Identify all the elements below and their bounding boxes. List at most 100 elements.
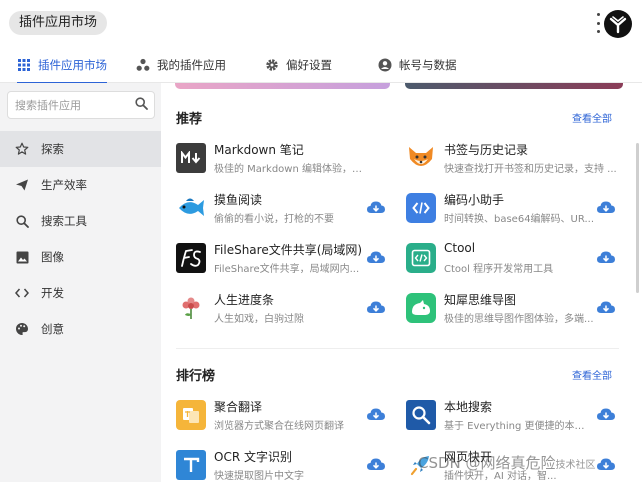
app-desc: 极佳的思维导图作图体验，多端... [444, 314, 594, 325]
scrollbar-thumb[interactable] [636, 143, 639, 293]
download-cloud-icon[interactable] [596, 299, 616, 315]
section-title-recommended: 推荐 [176, 112, 203, 127]
logo-icon[interactable] [604, 10, 632, 38]
sidebar-item-label: 创意 [41, 322, 64, 336]
palette-icon [15, 322, 29, 336]
sidebar-item-develop[interactable]: 开发 [0, 275, 161, 311]
app-card-aggregate-translate[interactable]: 聚合翻译 浏览器方式聚合在线网页翻译 [176, 398, 398, 438]
tab-account-data[interactable]: 帐号与数据 [378, 46, 457, 83]
main-tabs: 插件应用市场 我的插件应用 偏好设置 帐号与数据 [0, 46, 642, 84]
sidebar-item-image[interactable]: 图像 [0, 239, 161, 275]
app-desc: 快速提取图片中文字 [214, 471, 304, 482]
app-desc: 基于 Everything 更便捷的本地... [444, 421, 594, 432]
sidebar-item-label: 生产效率 [41, 178, 87, 192]
flower-icon [176, 293, 206, 323]
app-name: 知犀思维导图 [444, 293, 517, 307]
translate-icon [176, 400, 206, 430]
rhino-icon [406, 293, 436, 323]
ctool-icon [406, 243, 436, 273]
app-desc: FileShare文件共享，局域网内... [214, 264, 360, 275]
download-cloud-icon[interactable] [366, 406, 386, 422]
app-name: 聚合翻译 [214, 400, 263, 414]
download-cloud-icon[interactable] [596, 456, 616, 472]
ocr-icon [176, 450, 206, 480]
app-desc: 人生如戏，白驹过隙 [214, 314, 304, 325]
main-content: 推荐 查看全部 Markdown 笔记 极佳的 Markdown 编辑体验，实时… [161, 83, 642, 482]
app-card-encoding-helper[interactable]: 编码小助手 时间转换、base64编解码、UR... [406, 191, 628, 231]
app-desc: Ctool 程序开发常用工具 [444, 264, 554, 275]
title-bar: 插件应用市场 [0, 0, 642, 46]
app-card-markdown[interactable]: Markdown 笔记 极佳的 Markdown 编辑体验，实时... [176, 141, 398, 181]
app-card-life-progress[interactable]: 人生进度条 人生如戏，白驹过隙 [176, 291, 398, 331]
markdown-icon [176, 143, 206, 173]
app-name: 人生进度条 [214, 293, 275, 307]
app-card-ocr[interactable]: OCR 文字识别 快速提取图片中文字 [176, 448, 398, 482]
category-nav: 探索 生产效率 搜索工具 图像 开发 创意 [0, 131, 161, 347]
tab-label: 偏好设置 [286, 57, 332, 72]
app-card-local-search[interactable]: 本地搜索 基于 Everything 更便捷的本地... [406, 398, 628, 438]
see-all-recommended-link[interactable]: 查看全部 [572, 110, 612, 125]
app-title: 插件应用市场 [9, 11, 108, 35]
app-desc: 插件快开，AI 对话，智... [444, 471, 557, 482]
tab-plugin-market[interactable]: 插件应用市场 [17, 46, 107, 84]
tab-label: 帐号与数据 [399, 57, 457, 72]
banner-left[interactable] [175, 83, 390, 89]
app-name: OCR 文字识别 [214, 450, 292, 464]
gear-icon [265, 58, 279, 72]
see-all-ranking-link[interactable]: 查看全部 [572, 367, 612, 382]
search-input[interactable] [15, 98, 135, 112]
tab-preferences[interactable]: 偏好设置 [265, 46, 332, 83]
sidebar-item-label: 图像 [41, 250, 64, 264]
app-name: 网页快开 [444, 450, 493, 464]
tab-my-plugins[interactable]: 我的插件应用 [136, 46, 226, 83]
app-desc: 偷偷的看小说，打枪的不要 [214, 214, 334, 225]
user-icon [378, 58, 392, 72]
app-desc: 时间转换、base64编解码、UR... [444, 214, 594, 225]
app-card-fish-reading[interactable]: 摸鱼阅读 偷偷的看小说，打枪的不要 [176, 191, 398, 231]
sidebar-item-label: 搜索工具 [41, 214, 87, 228]
tab-label: 我的插件应用 [157, 57, 226, 72]
download-cloud-icon[interactable] [596, 406, 616, 422]
code-icon [15, 286, 29, 300]
local-search-icon [406, 400, 436, 430]
fox-icon [406, 143, 436, 173]
banner-right[interactable] [405, 83, 623, 89]
search-icon[interactable] [135, 97, 148, 113]
plugin-search [7, 91, 155, 119]
star-icon [15, 142, 29, 156]
app-name: FileShare文件共享(局域网) [214, 243, 363, 257]
section-divider [176, 348, 619, 349]
app-card-bookmarks-history[interactable]: 书签与历史记录 快速查找打开书签和历史记录，支持 ... [406, 141, 628, 181]
download-cloud-icon[interactable] [596, 249, 616, 265]
fish-icon [176, 193, 206, 223]
image-icon [15, 250, 29, 264]
sidebar-item-search-tools[interactable]: 搜索工具 [0, 203, 161, 239]
sidebar-item-productivity[interactable]: 生产效率 [0, 167, 161, 203]
app-desc: 快速查找打开书签和历史记录，支持 ... [444, 164, 617, 175]
sidebar-item-explore[interactable]: 探索 [0, 131, 161, 167]
app-card-web-quick-open[interactable]: 网页快开 插件快开，AI 对话，智... [406, 448, 628, 482]
molecule-icon [136, 58, 150, 72]
download-cloud-icon[interactable] [366, 456, 386, 472]
sidebar-item-label: 开发 [41, 286, 64, 300]
rocket-icon [406, 450, 436, 480]
more-menu-icon[interactable] [594, 13, 602, 33]
download-cloud-icon[interactable] [366, 199, 386, 215]
app-name: 编码小助手 [444, 193, 505, 207]
search-icon [15, 214, 29, 228]
app-desc: 浏览器方式聚合在线网页翻译 [214, 421, 344, 432]
app-card-mindmap[interactable]: 知犀思维导图 极佳的思维导图作图体验，多端... [406, 291, 628, 331]
paper-plane-icon [15, 178, 29, 192]
app-name: Ctool [444, 241, 476, 255]
app-card-fileshare[interactable]: FileShare文件共享(局域网) FileShare文件共享，局域网内... [176, 241, 398, 281]
sidebar-item-label: 探索 [41, 142, 64, 156]
download-cloud-icon[interactable] [596, 199, 616, 215]
code-bracket-icon [406, 193, 436, 223]
app-name: Markdown 笔记 [214, 143, 304, 157]
section-title-ranking: 排行榜 [176, 369, 216, 384]
app-card-ctool[interactable]: Ctool Ctool 程序开发常用工具 [406, 241, 628, 281]
sidebar-item-creative[interactable]: 创意 [0, 311, 161, 347]
download-cloud-icon[interactable] [366, 249, 386, 265]
download-cloud-icon[interactable] [366, 299, 386, 315]
app-name: 本地搜索 [444, 400, 493, 414]
